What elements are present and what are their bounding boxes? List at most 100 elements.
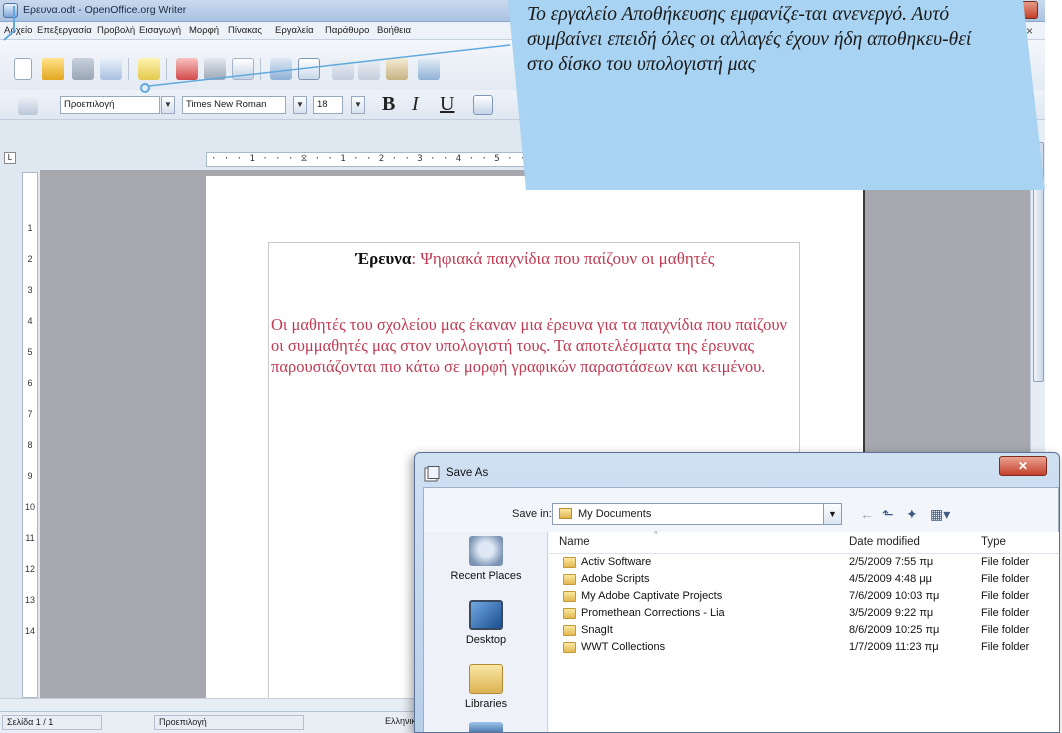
font-size-combo[interactable]: 18 (313, 96, 343, 114)
file-name: Promethean Corrections - Lia (581, 607, 725, 619)
chevron-down-icon[interactable]: ▼ (351, 96, 365, 114)
menu-edit[interactable]: Επεξεργασία (37, 25, 92, 36)
file-row[interactable]: Promethean Corrections - Lia 3/5/2009 9:2… (549, 606, 1059, 623)
views-menu-icon[interactable]: ▦▾ (930, 506, 950, 523)
column-name[interactable]: Name (559, 536, 590, 548)
close-window-button[interactable]: ✕ (994, 1, 1038, 19)
heading-bold-word: Έρευνα (355, 249, 412, 268)
autospellcheck-icon[interactable] (298, 58, 320, 80)
cut-icon[interactable] (332, 58, 354, 80)
save-in-value: My Documents (578, 508, 652, 520)
place-recent[interactable]: Recent Places (424, 536, 548, 582)
menu-help[interactable]: Βοήθεια (377, 25, 411, 36)
menu-insert[interactable]: Εισαγωγή (139, 25, 181, 36)
file-type: File folder (981, 641, 1030, 653)
ruler-number: 11 (25, 533, 35, 543)
file-type: File folder (981, 624, 1030, 636)
ruler-number: 10 (24, 502, 35, 512)
new-document-icon[interactable] (14, 58, 32, 80)
open-folder-icon[interactable] (42, 58, 64, 80)
export-pdf-icon[interactable] (176, 58, 198, 80)
file-type: File folder (981, 607, 1030, 619)
save-as-icon (424, 466, 440, 482)
column-date-modified[interactable]: Date modified (849, 536, 920, 548)
folder-icon (563, 591, 576, 602)
paste-icon[interactable] (386, 58, 408, 80)
file-row[interactable]: My Adobe Captivate Projects 7/6/2009 10:0… (549, 589, 1059, 606)
menu-file[interactable]: Αρχείο (4, 25, 32, 36)
file-row[interactable]: Activ Software 2/5/2009 7:55 πμ File folde… (549, 555, 1059, 572)
file-row[interactable]: SnagIt 8/6/2009 10:25 πμ File folder (549, 623, 1059, 640)
toolbar-separator (128, 58, 129, 80)
save-in-label: Save in: (512, 508, 552, 520)
folder-icon (563, 574, 576, 585)
font-name-combo[interactable]: Times New Roman (182, 96, 286, 114)
menu-tools[interactable]: Εργαλεία (275, 25, 314, 36)
callout-text: Το εργαλείο Αποθήκευσης εμφανίζε-ται ανε… (527, 4, 972, 75)
chevron-down-icon[interactable]: ▼ (161, 96, 175, 114)
menu-window[interactable]: Παράθυρο (325, 25, 369, 36)
close-document-icon[interactable]: × (1026, 24, 1033, 38)
italic-button[interactable]: I (412, 93, 419, 116)
place-computer[interactable] (424, 722, 548, 732)
file-date: 1/7/2009 11:23 πμ (849, 641, 939, 653)
print-preview-icon[interactable] (232, 58, 254, 80)
horizontal-ruler: · · · 1 · · · ⧖ · · 1 · · 2 · · 3 · · 4 … (0, 150, 1045, 170)
copy-icon[interactable] (358, 58, 380, 80)
left-margin-strip (0, 170, 22, 700)
edit-mode-icon[interactable] (138, 58, 160, 80)
place-label: Desktop (465, 634, 507, 646)
send-mail-icon[interactable] (100, 58, 122, 80)
file-type: File folder (981, 590, 1030, 602)
menu-view[interactable]: Προβολή (97, 25, 135, 36)
save-as-dialog: Save As ✕ Save in: My Documents ▼ ← ⬑ ✦ … (414, 452, 1060, 733)
dialog-close-button[interactable]: ✕ (999, 456, 1047, 476)
ruler-number: 3 (27, 285, 33, 295)
writer-app-icon (3, 3, 18, 18)
spellcheck-icon[interactable] (270, 58, 292, 80)
file-date: 2/5/2009 7:55 πμ (849, 556, 934, 568)
paragraph-style-combo[interactable]: Προεπιλογή (60, 96, 160, 114)
place-label: Recent Places (450, 570, 522, 582)
ruler-number: 9 (27, 471, 33, 481)
scroll-thumb[interactable] (1033, 142, 1044, 382)
file-row[interactable]: WWT Collections 1/7/2009 11:23 πμ File fol… (549, 640, 1059, 657)
place-desktop[interactable]: Desktop (424, 600, 548, 646)
ruler-number: 7 (27, 409, 33, 419)
file-row[interactable]: Adobe Scripts 4/5/2009 4:48 μμ File folder (549, 572, 1059, 589)
recent-places-icon (469, 536, 503, 566)
save-in-combo[interactable]: My Documents ▼ (552, 503, 842, 525)
underline-button[interactable]: U (440, 93, 454, 116)
back-icon[interactable]: ← (860, 506, 874, 522)
styles-icon[interactable] (18, 95, 38, 115)
document-paragraph: Οι μαθητές του σχολείου μας έκαναν μια έ… (271, 315, 787, 376)
save-icon[interactable] (72, 58, 94, 80)
place-libraries[interactable]: Libraries (424, 664, 548, 710)
ruler-number: 4 (27, 316, 33, 326)
up-folder-icon[interactable]: ⬑ (882, 506, 894, 523)
file-name: My Adobe Captivate Projects (581, 590, 723, 602)
new-folder-icon[interactable]: ✦ (906, 506, 918, 523)
menu-format[interactable]: Μορφή (189, 25, 219, 36)
computer-icon (469, 722, 503, 732)
folder-icon (563, 625, 576, 636)
ruler-number: 13 (24, 595, 35, 605)
align-left-icon[interactable] (473, 95, 493, 115)
chevron-down-icon[interactable]: ▼ (293, 96, 307, 114)
ruler-scale: · · · 1 · · · ⧖ · · 1 · · 2 · · 3 · · 4 … (211, 154, 591, 164)
tab-stop-selector[interactable]: L (4, 152, 16, 164)
clone-formatting-icon[interactable] (418, 58, 440, 80)
menu-table[interactable]: Πίνακας (228, 25, 262, 36)
file-date: 8/6/2009 10:25 πμ (849, 624, 940, 636)
bold-button[interactable]: B (382, 93, 395, 116)
column-type[interactable]: Type (981, 536, 1006, 548)
ruler-strip: · · · 1 · · · ⧖ · · 1 · · 2 · · 3 · · 4 … (206, 152, 866, 167)
ruler-number: 1 (27, 223, 33, 233)
formatting-toolbar: Προεπιλογή ▼ Times New Roman ▼ 18 ▼ B I … (0, 90, 1045, 120)
print-icon[interactable] (204, 58, 226, 80)
file-list-header: Name ^ Date modified Type (549, 530, 1059, 554)
ruler-number: 5 (27, 347, 33, 357)
file-name: SnagIt (581, 624, 613, 636)
chevron-down-icon[interactable]: ▼ (823, 504, 841, 524)
heading-rest: : Ψηφιακά παιχνίδια που παίζουν οι μαθητ… (411, 249, 715, 268)
